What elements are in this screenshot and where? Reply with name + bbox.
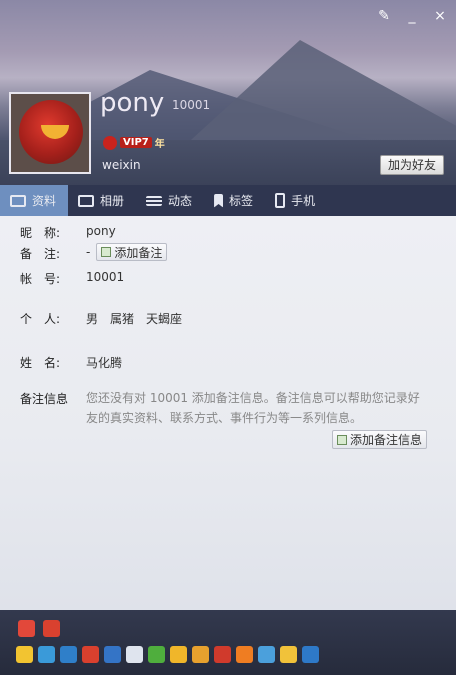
field-value-remark: - 添加备注 — [86, 243, 168, 261]
tab-tags[interactable]: 标签 — [204, 185, 265, 216]
vip-crown-icon[interactable] — [43, 620, 60, 637]
avatar[interactable] — [9, 92, 91, 174]
background-mountain — [180, 40, 456, 150]
id-card-icon — [10, 194, 26, 207]
tab-album[interactable]: 相册 — [68, 185, 136, 216]
qq-game-icon[interactable] — [82, 646, 99, 663]
qzone-icon[interactable] — [38, 646, 55, 663]
edit-icon — [101, 247, 112, 257]
fire-icon[interactable] — [236, 646, 253, 663]
add-friend-button[interactable]: 加为好友 — [380, 155, 444, 175]
vip-badge: VIP7 — [120, 137, 152, 148]
security-icon[interactable] — [104, 646, 121, 663]
mail-icon[interactable] — [60, 646, 77, 663]
tab-profile[interactable]: 资料 — [0, 185, 69, 216]
shield-icon[interactable] — [214, 646, 231, 663]
field-value-name: 马化腾 — [86, 356, 123, 370]
profile-qq-number: 10001 — [172, 98, 211, 112]
field-value-nickname: pony — [86, 224, 116, 238]
vip-year-label: 年 — [154, 139, 165, 150]
profile-header: ✎ _ × pony 10001 VIP7 年 weixin 加为好友 — [0, 0, 456, 185]
footer-top-icons — [18, 620, 60, 637]
avatar-image — [19, 100, 83, 164]
add-remark-info-button[interactable]: 添加备注信息 — [332, 430, 428, 449]
photo-icon — [78, 194, 95, 207]
profile-nickname: pony — [100, 88, 165, 118]
remark-info-text: 您还没有对 10001 添加备注信息。备注信息可以帮助您记录好友的真实资料、联系… — [86, 391, 420, 425]
footer-app-icons — [16, 646, 319, 663]
profile-signature: weixin — [102, 158, 141, 172]
field-label-remark: 备 注: — [20, 247, 61, 261]
field-label-remark-info: 备注信息 — [20, 392, 69, 406]
brush-icon[interactable]: ✎ — [376, 8, 392, 24]
tab-feed[interactable]: 动态 — [136, 185, 204, 216]
minimize-button[interactable]: _ — [404, 8, 420, 24]
calendar-icon[interactable] — [302, 646, 319, 663]
field-label-name: 姓 名: — [20, 356, 61, 370]
email-icon[interactable] — [126, 646, 143, 663]
phone-icon — [275, 193, 286, 208]
vip-badge-group[interactable]: VIP7 年 — [103, 135, 165, 150]
yellow-diamond-icon[interactable] — [170, 646, 187, 663]
field-label-nickname: 昵 称: — [20, 226, 61, 240]
qq-show-icon[interactable] — [18, 620, 35, 637]
star-icon[interactable] — [16, 646, 33, 663]
field-value-personal: 男 属猪 天蝎座 — [86, 312, 183, 326]
pet-icon[interactable] — [192, 646, 209, 663]
footer-toolbar — [0, 610, 456, 675]
tag-icon — [214, 193, 224, 208]
field-label-personal: 个 人: — [20, 312, 61, 326]
close-button[interactable]: × — [432, 8, 448, 24]
field-label-account: 帐 号: — [20, 272, 61, 286]
add-remark-button[interactable]: 添加备注 — [96, 243, 168, 261]
music-icon[interactable] — [258, 646, 275, 663]
field-value-account: 10001 — [86, 270, 125, 284]
profile-tabs: 资料 相册 动态 标签 手机 — [0, 185, 456, 216]
clover-icon[interactable] — [148, 646, 165, 663]
edit-icon — [337, 434, 347, 445]
feed-icon — [146, 195, 163, 206]
penguin-icon — [103, 135, 117, 150]
tab-phone[interactable]: 手机 — [265, 185, 327, 216]
penguin-icon[interactable] — [280, 646, 297, 663]
window-controls: ✎ _ × — [376, 8, 448, 24]
